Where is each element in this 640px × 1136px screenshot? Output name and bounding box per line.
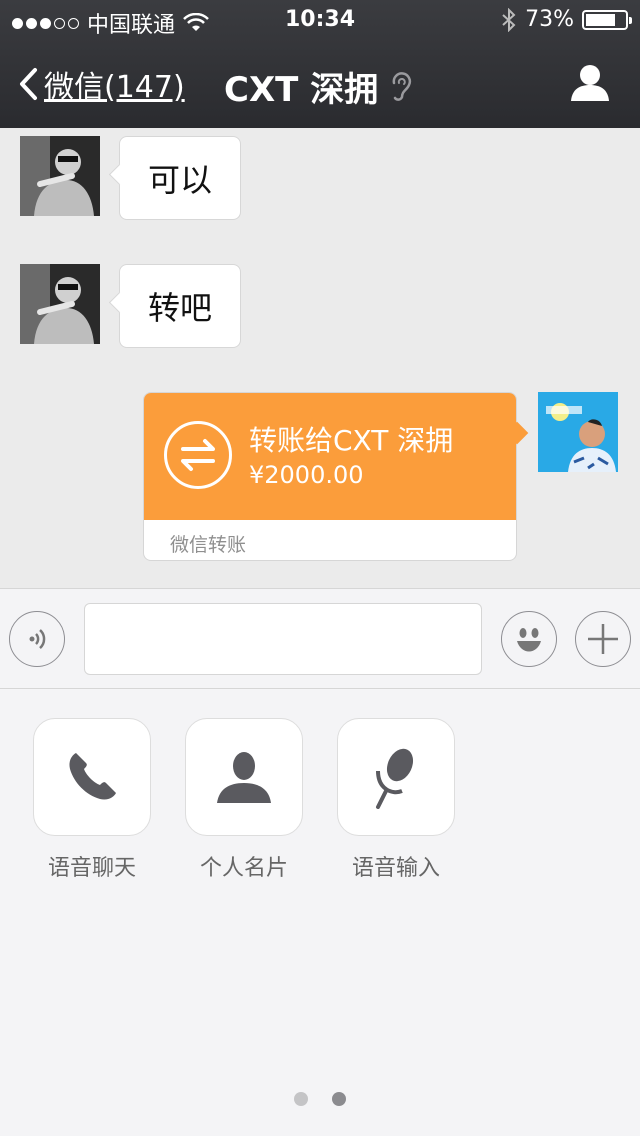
status-right: 73% (501, 7, 632, 32)
transfer-icon (164, 421, 232, 489)
message-text: 转吧 (147, 289, 212, 327)
chat-area[interactable]: 可以 转吧 转账给CXT 深拥 ¥2000.00 微信转账 (0, 128, 640, 588)
plus-icon (588, 624, 618, 654)
avatar-image (538, 392, 618, 472)
tool-voice-chat[interactable]: 语音聊天 (32, 718, 152, 882)
tool-contact-card[interactable]: 个人名片 (184, 718, 304, 882)
tool-box (337, 718, 455, 836)
phone-icon (69, 753, 116, 800)
microphone-icon (376, 748, 414, 809)
input-bar (0, 588, 640, 689)
avatar-image (20, 264, 100, 344)
person-icon (571, 65, 609, 101)
tool-label: 个人名片 (199, 856, 288, 881)
message-bubble[interactable]: 可以 (119, 136, 241, 220)
smiley-icon (517, 628, 541, 652)
chat-title-text: CXT 深拥 (224, 70, 379, 110)
tool-box (33, 718, 151, 836)
back-button[interactable]: 微信(147) (18, 62, 185, 106)
more-button[interactable] (575, 611, 631, 667)
transfer-footer: 微信转账 (170, 534, 247, 556)
page-dot[interactable] (294, 1092, 308, 1106)
battery-percent: 73% (525, 7, 574, 32)
message-bubble[interactable]: 转吧 (119, 264, 241, 348)
ear-icon (392, 71, 412, 101)
transfer-title: 转账给CXT 深拥 (249, 424, 454, 457)
chat-title: CXT 深拥 (224, 62, 412, 111)
voice-mode-button[interactable] (9, 611, 65, 667)
nav-bar: 微信(147) CXT 深拥 (0, 40, 640, 128)
header: 中国联通 10:34 73% 微信(147) CXT 深拥 (0, 0, 640, 128)
battery-icon (582, 9, 632, 30)
my-avatar[interactable] (538, 392, 618, 472)
tools-panel: 语音聊天 个人名片 语音输入 (0, 690, 640, 1136)
profile-button[interactable] (570, 64, 610, 106)
tool-voice-input[interactable]: 语音输入 (336, 718, 456, 882)
back-label: 微信(147) (44, 70, 185, 105)
avatar[interactable] (20, 136, 100, 216)
bluetooth-icon (502, 7, 516, 32)
transfer-card[interactable]: 转账给CXT 深拥 ¥2000.00 微信转账 (143, 392, 529, 561)
voice-icon (29, 629, 46, 649)
transfer-amount: ¥2000.00 (249, 461, 364, 489)
tool-label: 语音聊天 (47, 856, 136, 881)
emoji-button[interactable] (501, 611, 557, 667)
page-indicator[interactable] (0, 1092, 640, 1106)
status-bar: 中国联通 10:34 73% (0, 0, 640, 40)
tool-box (185, 718, 303, 836)
chevron-left-icon (20, 68, 37, 100)
page-dot-active[interactable] (332, 1092, 346, 1106)
avatar[interactable] (20, 264, 100, 344)
contact-card-icon (217, 752, 271, 803)
message-input[interactable] (84, 603, 482, 675)
avatar-image (20, 136, 100, 216)
message-text: 可以 (147, 161, 212, 199)
tool-label: 语音输入 (351, 856, 440, 881)
